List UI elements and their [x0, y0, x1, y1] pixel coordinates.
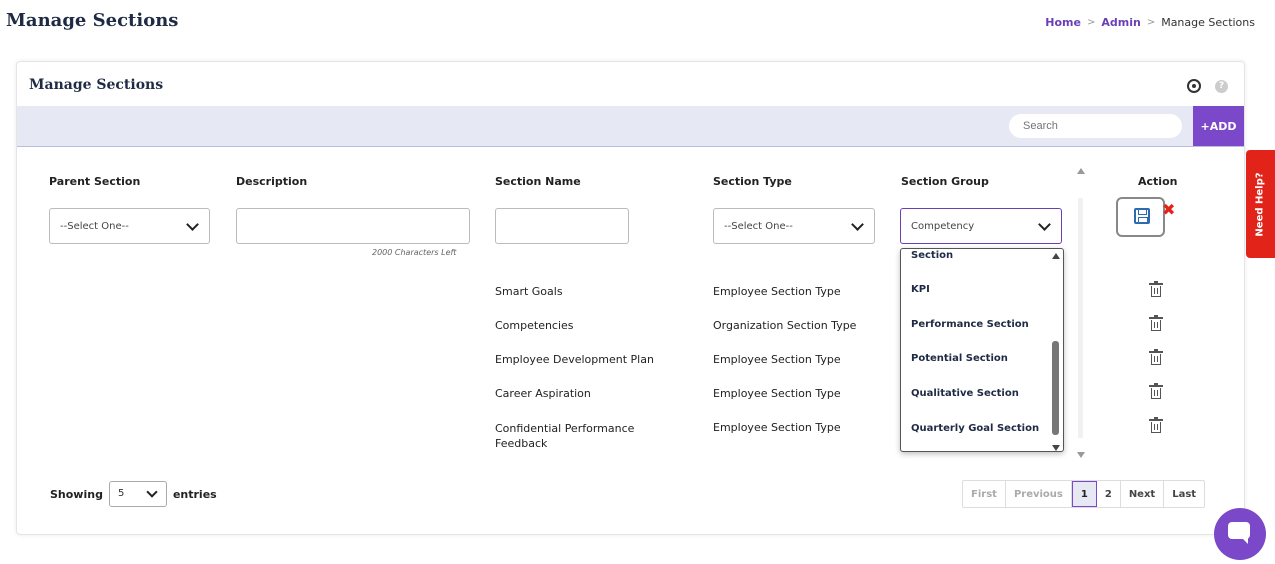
scroll-down-icon[interactable]: [1052, 445, 1060, 451]
characters-left-counter: 2000 Characters Left: [372, 248, 457, 257]
row-section-name: Confidential Performance Feedback: [495, 422, 635, 450]
breadcrumb-separator: >: [1146, 17, 1156, 28]
breadcrumb: Home > Admin > Manage Sections: [1045, 16, 1255, 29]
pager-page-1[interactable]: 1: [1071, 481, 1097, 507]
search-input[interactable]: [1009, 114, 1182, 138]
save-icon: [1134, 208, 1150, 224]
need-help-label: Need Help?: [1255, 171, 1266, 237]
trash-icon[interactable]: [1149, 383, 1163, 399]
dropdown-option[interactable]: Section: [911, 250, 953, 261]
need-help-tab[interactable]: Need Help?: [1246, 150, 1275, 258]
trash-icon[interactable]: [1149, 349, 1163, 365]
section-name-field[interactable]: [495, 208, 629, 244]
add-button[interactable]: +ADD: [1193, 106, 1244, 146]
table-scrollbar[interactable]: [1074, 168, 1088, 458]
dropdown-option[interactable]: Qualitative Section: [911, 388, 1019, 399]
row-section-name: Career Aspiration: [495, 387, 591, 400]
breadcrumb-separator: >: [1086, 17, 1096, 28]
chat-icon[interactable]: [1214, 508, 1266, 560]
section-group-dropdown[interactable]: Section KPI Performance Section Potentia…: [900, 248, 1064, 452]
card-title: Manage Sections: [29, 77, 164, 93]
breadcrumb-admin[interactable]: Admin: [1101, 16, 1140, 29]
chevron-down-icon: [146, 486, 158, 498]
section-group-select[interactable]: Competency: [900, 208, 1062, 244]
scroll-up-icon[interactable]: [1052, 253, 1060, 259]
chevron-down-icon: [186, 218, 199, 231]
dropdown-option[interactable]: Potential Section: [911, 353, 1008, 364]
close-icon[interactable]: ✖: [1162, 202, 1175, 218]
column-header-section-type: Section Type: [713, 175, 792, 188]
toolbar: +ADD: [17, 106, 1244, 147]
trash-icon[interactable]: [1149, 315, 1163, 331]
entries-value: 5: [117, 488, 125, 499]
row-section-name: Smart Goals: [495, 285, 563, 298]
pager-last[interactable]: Last: [1164, 481, 1204, 507]
row-section-type: Organization Section Type: [713, 319, 857, 332]
card-header-icons: ?: [1187, 79, 1228, 93]
breadcrumb-home[interactable]: Home: [1045, 16, 1081, 29]
entries-length-control: Showing 5 entries: [50, 481, 217, 507]
save-button[interactable]: [1116, 197, 1165, 237]
row-section-name: Employee Development Plan: [495, 353, 654, 366]
column-header-section-group: Section Group: [901, 175, 989, 188]
row-section-name: Competencies: [495, 319, 574, 332]
column-header-description: Description: [236, 175, 308, 188]
trash-icon[interactable]: [1149, 417, 1163, 433]
parent-section-select[interactable]: --Select One--: [49, 208, 210, 244]
dropdown-scrollbar[interactable]: [1051, 251, 1061, 451]
pager-previous[interactable]: Previous: [1006, 481, 1072, 507]
column-header-parent-section: Parent Section: [49, 175, 141, 188]
section-group-value: Competency: [911, 220, 975, 232]
dropdown-option[interactable]: Quarterly Goal Section: [911, 423, 1039, 434]
pager-page-2[interactable]: 2: [1097, 481, 1121, 507]
scroll-thumb[interactable]: [1052, 341, 1059, 435]
trash-icon[interactable]: [1149, 281, 1163, 297]
page-title: Manage Sections: [6, 10, 179, 31]
showing-label: Showing: [50, 487, 103, 501]
breadcrumb-current: Manage Sections: [1161, 16, 1255, 29]
row-section-type: Employee Section Type: [713, 285, 841, 298]
pagination: First Previous 1 2 Next Last: [962, 480, 1206, 508]
settings-icon[interactable]: [1187, 79, 1201, 93]
chevron-down-icon: [1038, 218, 1051, 231]
description-field[interactable]: [236, 208, 470, 244]
section-type-select[interactable]: --Select One--: [713, 208, 875, 244]
scroll-down-icon[interactable]: [1077, 452, 1085, 458]
column-header-section-name: Section Name: [495, 175, 581, 188]
row-section-type: Employee Section Type: [713, 421, 841, 434]
column-header-action: Action: [1138, 175, 1178, 188]
parent-section-value: --Select One--: [60, 220, 129, 232]
pager-first[interactable]: First: [963, 481, 1006, 507]
scroll-up-icon[interactable]: [1077, 168, 1085, 174]
help-icon[interactable]: ?: [1215, 79, 1228, 93]
dropdown-option[interactable]: KPI: [911, 284, 930, 295]
section-type-value: --Select One--: [724, 220, 793, 232]
entries-label: entries: [172, 487, 217, 501]
row-section-type: Employee Section Type: [713, 387, 841, 400]
chevron-down-icon: [851, 218, 864, 231]
row-section-type: Employee Section Type: [713, 353, 841, 366]
scroll-track[interactable]: [1078, 198, 1083, 438]
pager-next[interactable]: Next: [1121, 481, 1165, 507]
dropdown-option[interactable]: Performance Section: [911, 319, 1029, 330]
entries-select[interactable]: 5: [108, 481, 167, 507]
